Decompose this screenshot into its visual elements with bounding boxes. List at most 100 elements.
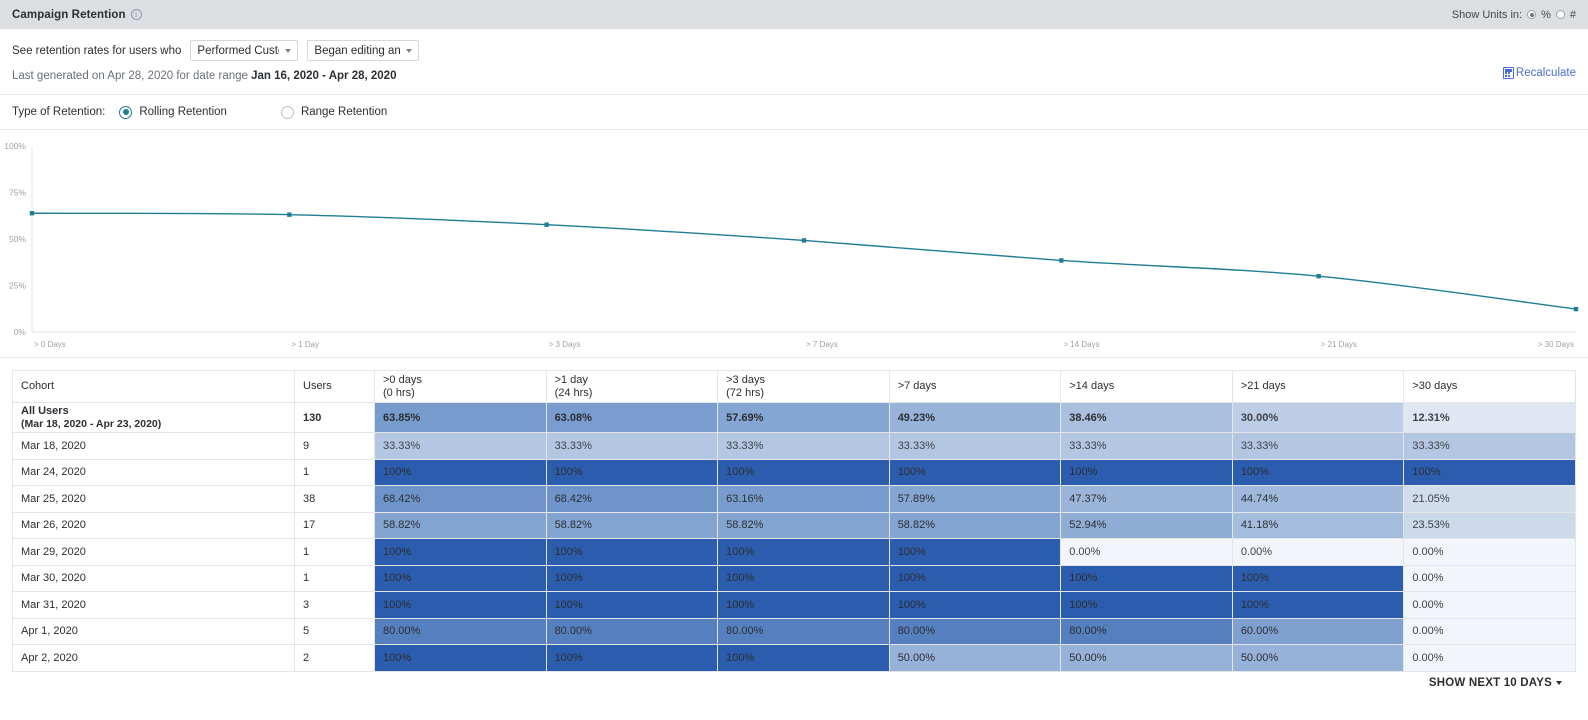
users-cell: 9 <box>295 433 375 460</box>
retention-cell[interactable]: 63.16% <box>718 486 890 513</box>
table-row[interactable]: Mar 18, 2020933.33%33.33%33.33%33.33%33.… <box>13 433 1576 460</box>
retention-cell[interactable]: 60.00% <box>1232 618 1404 645</box>
retention-cell[interactable]: 100% <box>375 592 547 619</box>
retention-cell[interactable]: 58.82% <box>375 512 547 539</box>
table-row[interactable]: Mar 25, 20203868.42%68.42%63.16%57.89%47… <box>13 486 1576 513</box>
retention-cell[interactable]: 50.00% <box>889 645 1061 672</box>
retention-cell[interactable]: 100% <box>546 539 718 566</box>
retention-cell[interactable]: 100% <box>375 565 547 592</box>
retention-cell[interactable]: 33.33% <box>546 433 718 460</box>
table-header-0-days: >0 days(0 hrs) <box>375 371 547 403</box>
retention-cell[interactable]: 63.08% <box>546 403 718 433</box>
retention-cell[interactable]: 44.74% <box>1232 486 1404 513</box>
retention-cell[interactable]: 100% <box>889 459 1061 486</box>
retention-cell[interactable]: 100% <box>546 592 718 619</box>
event-dropdown[interactable]: Performed Custom E’ <box>190 40 298 61</box>
retention-cell[interactable]: 0.00% <box>1404 565 1576 592</box>
radio-range-retention[interactable]: Range Retention <box>281 106 387 119</box>
retention-cell[interactable]: 100% <box>1404 459 1576 486</box>
retention-cell[interactable]: 100% <box>718 645 890 672</box>
retention-cell[interactable]: 58.82% <box>546 512 718 539</box>
cohort-label: Apr 2, 2020 <box>21 652 286 664</box>
retention-cell[interactable]: 33.33% <box>889 433 1061 460</box>
retention-cell[interactable]: 63.85% <box>375 403 547 433</box>
table-row[interactable]: Apr 1, 2020580.00%80.00%80.00%80.00%80.0… <box>13 618 1576 645</box>
retention-cell[interactable]: 12.31% <box>1404 403 1576 433</box>
retention-cell[interactable]: 100% <box>375 539 547 566</box>
retention-type-label: Type of Retention: <box>12 106 105 118</box>
retention-cell[interactable]: 0.00% <box>1404 618 1576 645</box>
table-row[interactable]: Mar 24, 20201100%100%100%100%100%100%100… <box>13 459 1576 486</box>
recalculate-button[interactable]: Recalculate <box>1503 67 1576 79</box>
retention-cell[interactable]: 100% <box>1232 459 1404 486</box>
retention-cell[interactable]: 68.42% <box>375 486 547 513</box>
retention-cell[interactable]: 58.82% <box>718 512 890 539</box>
retention-cell[interactable]: 100% <box>889 565 1061 592</box>
units-count-radio[interactable] <box>1556 10 1565 19</box>
retention-cell[interactable]: 100% <box>375 459 547 486</box>
header-title: Cohort <box>21 380 286 393</box>
retention-cell[interactable]: 33.33% <box>718 433 890 460</box>
filter-group: See retention rates for users who Perfor… <box>12 40 419 61</box>
retention-cell[interactable]: 0.00% <box>1232 539 1404 566</box>
table-row[interactable]: Mar 26, 20201758.82%58.82%58.82%58.82%52… <box>13 512 1576 539</box>
retention-cell[interactable]: 57.89% <box>889 486 1061 513</box>
retention-cell[interactable]: 80.00% <box>718 618 890 645</box>
retention-cell[interactable]: 100% <box>718 565 890 592</box>
retention-cell[interactable]: 68.42% <box>546 486 718 513</box>
retention-cell[interactable]: 100% <box>718 539 890 566</box>
retention-cell[interactable]: 52.94% <box>1061 512 1233 539</box>
table-row[interactable]: Mar 29, 20201100%100%100%100%0.00%0.00%0… <box>13 539 1576 566</box>
retention-cell[interactable]: 21.05% <box>1404 486 1576 513</box>
retention-cell[interactable]: 33.33% <box>1061 433 1233 460</box>
retention-cell[interactable]: 80.00% <box>1061 618 1233 645</box>
retention-cell[interactable]: 100% <box>1061 459 1233 486</box>
retention-cell[interactable]: 50.00% <box>1232 645 1404 672</box>
table-row[interactable]: All Users(Mar 18, 2020 - Apr 23, 2020)13… <box>13 403 1576 433</box>
retention-cell[interactable]: 58.82% <box>889 512 1061 539</box>
retention-cell[interactable]: 100% <box>1061 592 1233 619</box>
action-dropdown[interactable]: Began editing an... <box>307 40 419 61</box>
retention-cell[interactable]: 100% <box>1232 565 1404 592</box>
show-next-10-days-button[interactable]: SHOW NEXT 10 DAYS <box>1429 677 1562 689</box>
svg-text:> 1 Day: > 1 Day <box>291 340 319 349</box>
retention-chart: 0%25%50%75%100%> 0 Days> 1 Day> 3 Days> … <box>0 130 1588 358</box>
svg-text:50%: 50% <box>9 234 26 244</box>
retention-cell[interactable]: 38.46% <box>1061 403 1233 433</box>
retention-cell[interactable]: 47.37% <box>1061 486 1233 513</box>
retention-cell[interactable]: 80.00% <box>375 618 547 645</box>
radio-rolling-retention[interactable]: Rolling Retention <box>119 106 227 119</box>
retention-cell[interactable]: 50.00% <box>1061 645 1233 672</box>
retention-cell[interactable]: 49.23% <box>889 403 1061 433</box>
retention-cell[interactable]: 33.33% <box>375 433 547 460</box>
retention-cell[interactable]: 100% <box>546 645 718 672</box>
retention-cell[interactable]: 41.18% <box>1232 512 1404 539</box>
retention-cell[interactable]: 100% <box>546 565 718 592</box>
retention-cell[interactable]: 0.00% <box>1061 539 1233 566</box>
retention-cell[interactable]: 100% <box>889 539 1061 566</box>
retention-cell[interactable]: 100% <box>1232 592 1404 619</box>
retention-cell[interactable]: 33.33% <box>1404 433 1576 460</box>
retention-cell[interactable]: 0.00% <box>1404 645 1576 672</box>
retention-cell[interactable]: 80.00% <box>889 618 1061 645</box>
table-row[interactable]: Mar 30, 20201100%100%100%100%100%100%0.0… <box>13 565 1576 592</box>
table-row[interactable]: Mar 31, 20203100%100%100%100%100%100%0.0… <box>13 592 1576 619</box>
retention-table-wrap: CohortUsers>0 days(0 hrs)>1 day(24 hrs)>… <box>0 358 1588 689</box>
units-percent-radio[interactable] <box>1527 10 1536 19</box>
retention-cell[interactable]: 57.69% <box>718 403 890 433</box>
table-row[interactable]: Apr 2, 20202100%100%100%50.00%50.00%50.0… <box>13 645 1576 672</box>
retention-cell[interactable]: 100% <box>889 592 1061 619</box>
retention-cell[interactable]: 0.00% <box>1404 539 1576 566</box>
retention-cell[interactable]: 100% <box>375 645 547 672</box>
retention-cell[interactable]: 100% <box>718 592 890 619</box>
retention-cell[interactable]: 0.00% <box>1404 592 1576 619</box>
retention-cell[interactable]: 23.53% <box>1404 512 1576 539</box>
retention-cell[interactable]: 30.00% <box>1232 403 1404 433</box>
retention-cell[interactable]: 100% <box>546 459 718 486</box>
retention-cell[interactable]: 100% <box>1061 565 1233 592</box>
retention-cell[interactable]: 100% <box>718 459 890 486</box>
retention-cell[interactable]: 33.33% <box>1232 433 1404 460</box>
cohort-cell: Mar 30, 2020 <box>13 565 295 592</box>
info-icon[interactable]: i <box>131 9 142 20</box>
retention-cell[interactable]: 80.00% <box>546 618 718 645</box>
